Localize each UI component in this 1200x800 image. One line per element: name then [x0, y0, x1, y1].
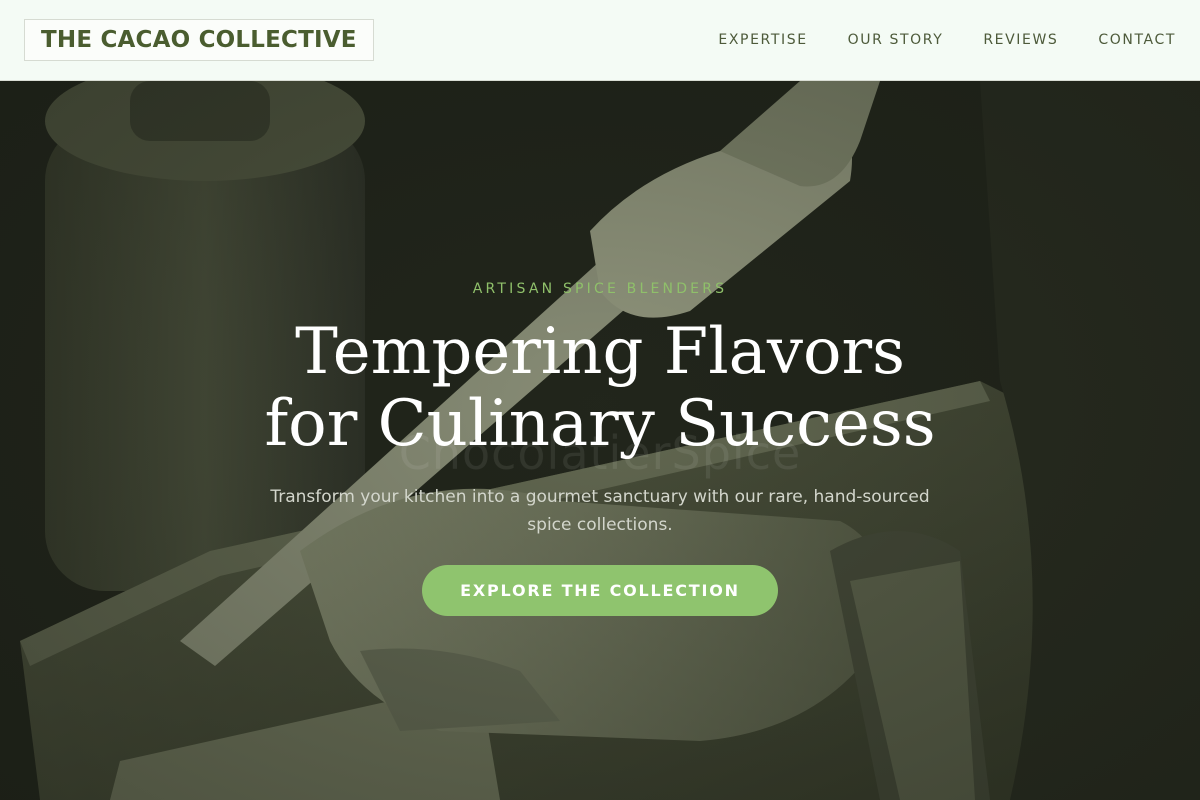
nav-link-contact[interactable]: CONTACT: [1098, 32, 1176, 48]
nav-link-expertise[interactable]: EXPERTISE: [718, 32, 807, 48]
site-logo[interactable]: THE CACAO COLLECTIVE: [24, 19, 374, 61]
nav-link-our-story[interactable]: OUR STORY: [848, 32, 944, 48]
hero-section: ARTISAN SPICE BLENDERS ChocolatierSpice …: [0, 81, 1200, 800]
hero-eyebrow: ARTISAN SPICE BLENDERS: [472, 281, 728, 297]
hero-headline: Tempering Flavors for Culinary Success: [264, 315, 936, 461]
explore-collection-button[interactable]: EXPLORE THE COLLECTION: [422, 565, 778, 616]
nav-link-reviews[interactable]: REVIEWS: [983, 32, 1058, 48]
top-navbar: THE CACAO COLLECTIVE EXPERTISE OUR STORY…: [0, 0, 1200, 81]
main-nav: EXPERTISE OUR STORY REVIEWS CONTACT: [718, 32, 1176, 48]
hero-subtext: Transform your kitchen into a gourmet sa…: [270, 487, 930, 535]
hero-content: ARTISAN SPICE BLENDERS ChocolatierSpice …: [0, 81, 1200, 800]
